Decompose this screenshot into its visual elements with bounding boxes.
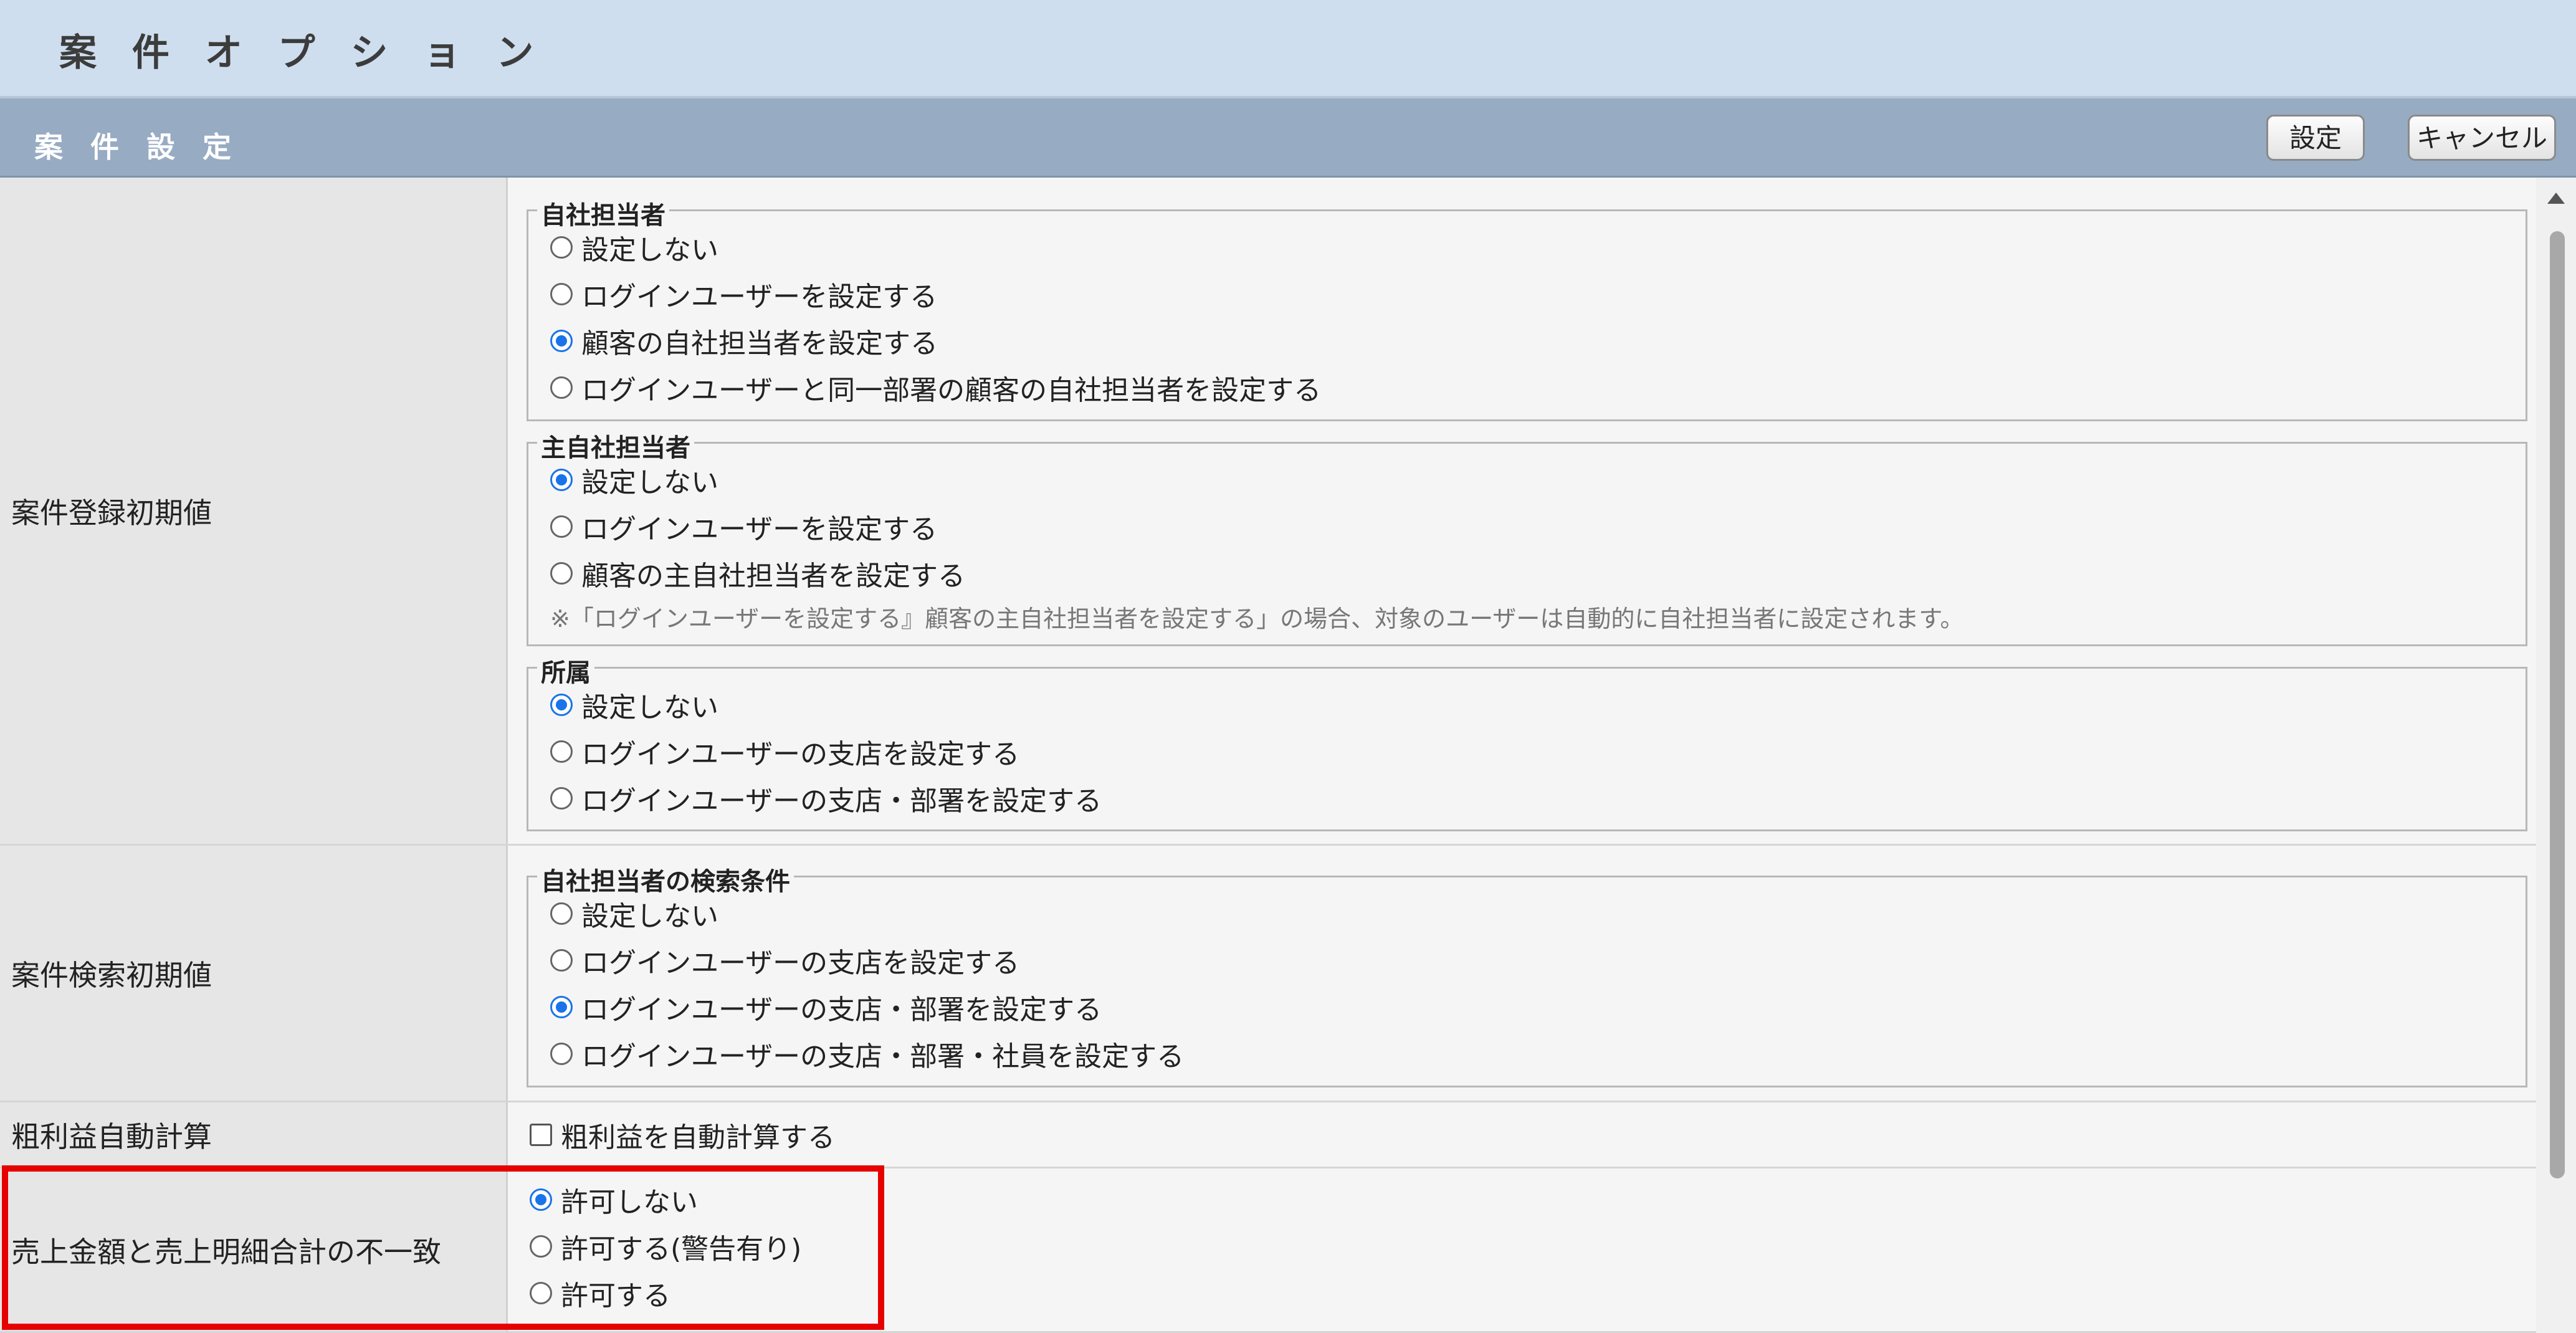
radio-button[interactable] xyxy=(550,236,573,259)
radio-option[interactable]: ログインユーザーの支店を設定する xyxy=(550,942,1019,979)
radio-option[interactable]: ログインユーザーの支店を設定する xyxy=(550,733,1019,770)
radio-option[interactable]: 許可する(警告有り) xyxy=(530,1228,801,1265)
radio-option[interactable]: ログインユーザーを設定する xyxy=(550,508,937,545)
radio-button-selected[interactable] xyxy=(550,694,573,716)
radio-option[interactable]: 設定しない xyxy=(550,229,718,266)
radio-button-selected[interactable] xyxy=(550,996,573,1018)
group-title: 自社担当者の検索条件 xyxy=(537,861,794,897)
radio-option[interactable]: ログインユーザーと同一部署の顧客の自社担当者を設定する xyxy=(550,369,1321,406)
scrollbar-thumb[interactable] xyxy=(2550,231,2565,1178)
section-title: 案 件 設 定 xyxy=(34,130,241,164)
group-title: 自社担当者 xyxy=(537,195,669,231)
option-label: ログインユーザーの支店・部署・社員を設定する xyxy=(581,1041,1185,1073)
radio-option[interactable]: 許可する xyxy=(530,1274,670,1312)
radio-button[interactable] xyxy=(550,283,573,305)
row-content: 自社担当者の検索条件 設定しない ログインユーザーの支店を設定する ログインユー… xyxy=(508,846,2536,1101)
page-title: 案 件 オ プ シ ョ ン xyxy=(59,31,545,75)
scroll-up-arrow-icon[interactable] xyxy=(2547,193,2565,204)
group-affiliation: 所属 設定しない ログインユーザーの支店を設定する ログインユーザーの支店・部署… xyxy=(527,652,2527,831)
row-profit-auto-calc: 粗利益自動計算 粗利益を自動計算する xyxy=(0,1102,2536,1168)
option-label: ログインユーザーと同一部署の顧客の自社担当者を設定する xyxy=(581,375,1322,406)
option-label: 設定しない xyxy=(581,901,718,932)
group-main-own-staff: 主自社担当者 設定しない ログインユーザーを設定する 顧客の主自社担当者を設定す… xyxy=(527,428,2527,646)
radio-option[interactable]: ログインユーザーを設定する xyxy=(550,275,937,313)
checkbox-label: 粗利益を自動計算する xyxy=(561,1122,835,1154)
option-label: ログインユーザーの支店・部署を設定する xyxy=(581,994,1102,1026)
group-title: 所属 xyxy=(537,652,594,689)
radio-button-selected[interactable] xyxy=(530,1188,552,1211)
row-content: 粗利益を自動計算する xyxy=(508,1102,2536,1167)
row-label: 案件登録初期値 xyxy=(0,178,508,844)
option-label: 設定しない xyxy=(581,467,718,499)
row-label: 売上金額と売上明細合計の不一致 xyxy=(0,1168,508,1331)
radio-option[interactable]: ログインユーザーの支店・部署を設定する xyxy=(550,780,1102,817)
option-label: 許可する(警告有り) xyxy=(561,1233,802,1265)
option-label: 許可する xyxy=(561,1280,670,1312)
option-label: ログインユーザーを設定する xyxy=(581,514,938,545)
section-header: 案 件 設 定 設定 キャンセル xyxy=(0,98,2576,178)
radio-button[interactable] xyxy=(550,562,573,585)
radio-button[interactable] xyxy=(550,515,573,538)
radio-option[interactable]: ログインユーザーの支店・部署・社員を設定する xyxy=(550,1035,1184,1073)
radio-button-selected[interactable] xyxy=(550,330,573,352)
option-label: ログインユーザーを設定する xyxy=(581,281,938,313)
radio-button[interactable] xyxy=(530,1282,552,1304)
radio-button[interactable] xyxy=(550,949,573,972)
row-content: 許可しない 許可する(警告有り) 許可する xyxy=(508,1168,2536,1331)
option-label: ログインユーザーの支店を設定する xyxy=(581,947,1020,979)
group-title: 主自社担当者 xyxy=(537,428,694,464)
option-label: ログインユーザーの支店を設定する xyxy=(581,738,1020,770)
row-sales-mismatch: 売上金額と売上明細合計の不一致 許可しない 許可する(警告有り) 許可する xyxy=(0,1168,2536,1333)
radio-button[interactable] xyxy=(550,787,573,810)
radio-button[interactable] xyxy=(550,902,573,925)
row-search-defaults: 案件検索初期値 自社担当者の検索条件 設定しない ログインユーザーの支店を設定す… xyxy=(0,846,2536,1102)
set-button[interactable]: 設定 xyxy=(2266,115,2365,161)
radio-option[interactable]: 設定しない xyxy=(550,686,718,724)
option-label: 顧客の主自社担当者を設定する xyxy=(581,560,965,592)
radio-option[interactable]: 設定しない xyxy=(550,461,718,499)
radio-option[interactable]: ログインユーザーの支店・部署を設定する xyxy=(550,988,1102,1026)
radio-button-selected[interactable] xyxy=(550,469,573,491)
checkbox[interactable] xyxy=(530,1124,552,1146)
option-label: 設定しない xyxy=(581,692,718,724)
radio-option[interactable]: 許可しない xyxy=(530,1181,698,1218)
cancel-button[interactable]: キャンセル xyxy=(2408,115,2556,161)
radio-option[interactable]: 顧客の主自社担当者を設定する xyxy=(550,555,965,592)
radio-button[interactable] xyxy=(550,376,573,399)
option-label: 顧客の自社担当者を設定する xyxy=(581,328,938,360)
settings-form: 案件登録初期値 自社担当者 設定しない ログインユーザーを設定する 顧客の自社担… xyxy=(0,178,2536,1333)
checkbox-option[interactable]: 粗利益を自動計算する xyxy=(530,1116,835,1154)
option-label: 許可しない xyxy=(561,1187,698,1218)
option-label: 設定しない xyxy=(581,234,718,266)
radio-option[interactable]: 設定しない xyxy=(550,895,718,932)
radio-button[interactable] xyxy=(550,740,573,763)
row-label: 案件検索初期値 xyxy=(0,846,508,1101)
group-staff-search-condition: 自社担当者の検索条件 設定しない ログインユーザーの支店を設定する ログインユー… xyxy=(527,861,2527,1087)
row-content: 自社担当者 設定しない ログインユーザーを設定する 顧客の自社担当者を設定する … xyxy=(508,178,2536,844)
window-title-bar: 案 件 オ プ シ ョ ン xyxy=(0,0,2576,98)
row-label: 粗利益自動計算 xyxy=(0,1102,508,1167)
option-label: ログインユーザーの支店・部署を設定する xyxy=(581,785,1102,817)
radio-button[interactable] xyxy=(550,1043,573,1065)
group-note: ※「ログインユーザーを設定する』顧客の主自社担当者を設定する」の場合、対象のユー… xyxy=(550,605,1964,633)
row-register-defaults: 案件登録初期値 自社担当者 設定しない ログインユーザーを設定する 顧客の自社担… xyxy=(0,178,2536,846)
vertical-scrollbar[interactable] xyxy=(2536,178,2576,1333)
group-own-staff: 自社担当者 設定しない ログインユーザーを設定する 顧客の自社担当者を設定する … xyxy=(527,195,2527,421)
radio-button[interactable] xyxy=(530,1235,552,1258)
radio-option[interactable]: 顧客の自社担当者を設定する xyxy=(550,322,938,360)
